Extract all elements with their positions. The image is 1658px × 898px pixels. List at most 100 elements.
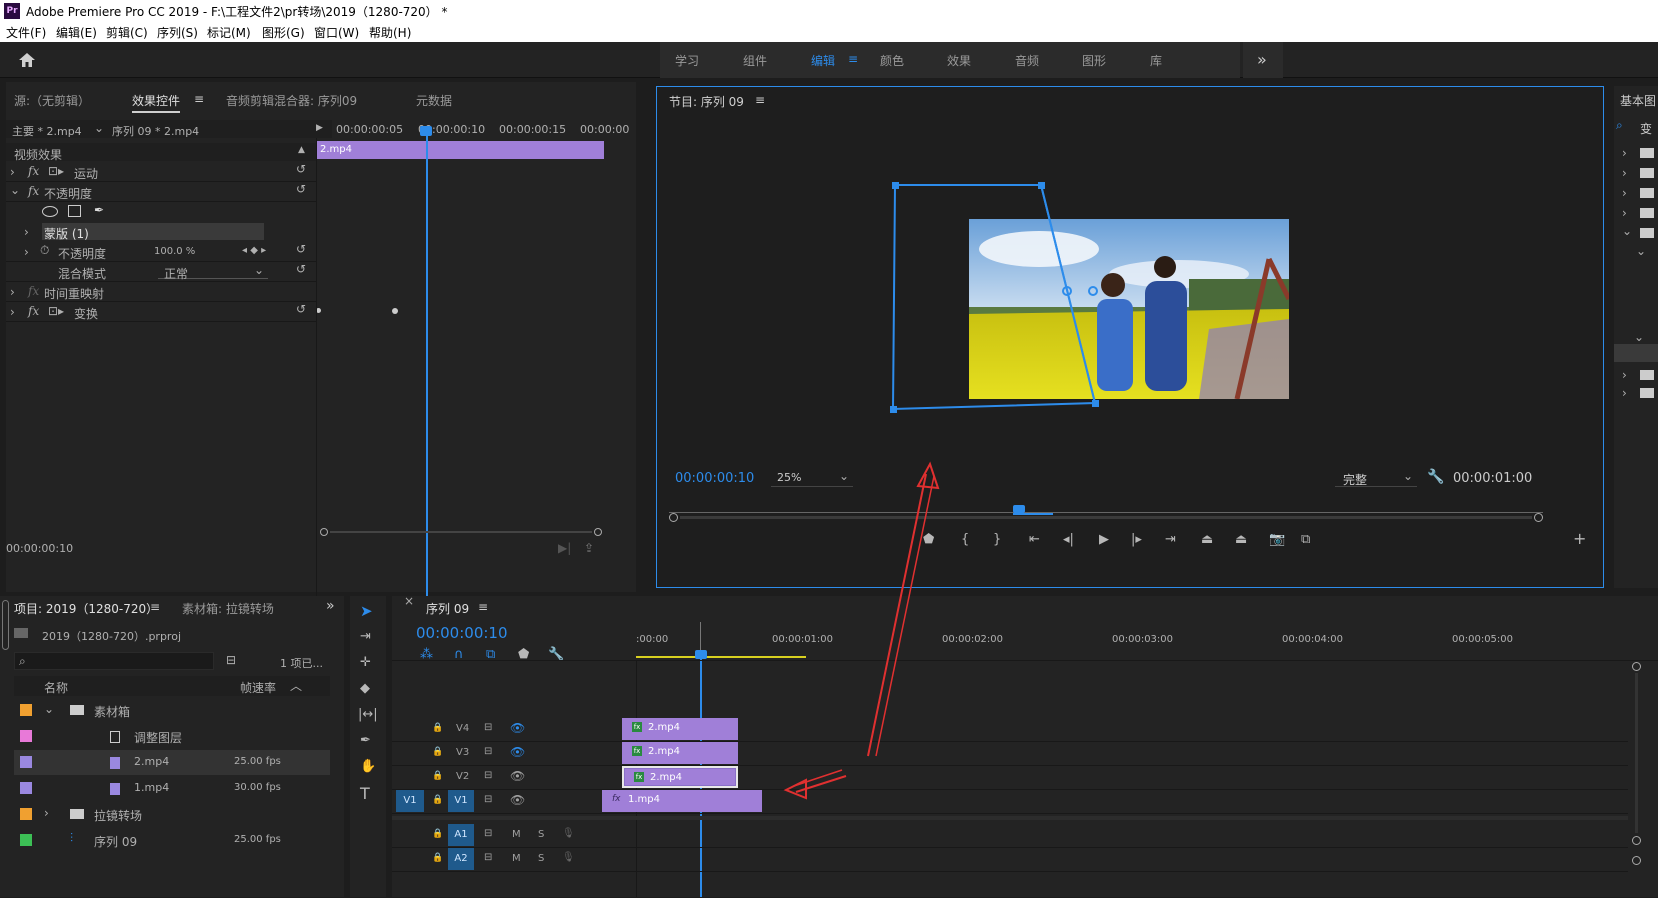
menu-file[interactable]: 文件(F) [6, 24, 46, 41]
solo-button[interactable]: S [538, 829, 544, 840]
track-name[interactable]: V2 [456, 771, 469, 782]
timeline-clip[interactable]: fx 2.mp4 [622, 766, 738, 788]
panel-menu-icon[interactable]: ≡ [478, 600, 488, 614]
project-item[interactable]: 调整图层 [14, 724, 330, 749]
timeline-timecode[interactable]: 00:00:00:10 [416, 624, 508, 642]
program-playhead[interactable] [1013, 505, 1025, 513]
mute-button[interactable]: M [512, 853, 521, 864]
filter-icon[interactable]: ▶| [558, 541, 571, 555]
track-name[interactable]: A2 [448, 848, 474, 870]
pen-tool-icon[interactable]: ✒ [360, 734, 371, 747]
ec-ruler[interactable]: 00:00:00:05 00:00:00:10 00:00:00:15 00:0… [332, 120, 636, 138]
eye-hidden-icon[interactable]: 👁 [510, 721, 525, 735]
stopwatch-icon[interactable]: ⏱ [40, 243, 49, 258]
export-icon[interactable]: ⇪ [584, 541, 594, 555]
rectangle-mask-icon[interactable] [68, 205, 81, 217]
timeline-clip[interactable]: fx 2.mp4 [622, 742, 738, 764]
tab-metadata[interactable]: 元数据 [416, 92, 452, 109]
new-bin-from-search-icon[interactable]: ⊟ [226, 653, 236, 667]
reset-icon[interactable]: ↺ [296, 302, 306, 316]
eye-hidden-icon[interactable]: 👁 [510, 745, 525, 759]
ripple-edit-tool-icon[interactable]: ✛ [360, 656, 371, 669]
chevron-right-icon[interactable]: › [10, 285, 15, 299]
motion-transform-icon[interactable]: ⊡▸ [48, 164, 64, 178]
tab-color[interactable]: 颜色 [880, 52, 904, 69]
extract-icon[interactable]: ⏏ [1235, 533, 1247, 546]
search-field-label[interactable]: 变 [1640, 120, 1652, 137]
ec-playhead-handle[interactable] [420, 126, 432, 136]
chevron-down-icon[interactable]: ⌄ [10, 183, 20, 197]
label-color-swatch[interactable] [20, 704, 32, 716]
sync-lock-icon[interactable]: ⊟ [484, 852, 492, 863]
wrench-icon[interactable]: 🔧 [1427, 469, 1444, 485]
reset-icon[interactable]: ↺ [296, 182, 306, 196]
opacity-value[interactable]: 100.0 % [154, 246, 195, 257]
ec-clip-bar[interactable]: 2.mp4 [316, 141, 604, 159]
menu-clip[interactable]: 剪辑(C) [106, 24, 148, 41]
more-workspaces[interactable]: » [1243, 42, 1283, 78]
pen-mask-icon[interactable]: ✒ [94, 203, 104, 217]
tab-effects[interactable]: 效果 [947, 52, 971, 69]
tab-bin[interactable]: 素材箱: 拉镜转场 [182, 600, 274, 617]
label-color-swatch[interactable] [20, 834, 32, 846]
tab-learn[interactable]: 学习 [675, 52, 699, 69]
slip-tool-icon[interactable]: |↔| [358, 708, 378, 721]
fx-icon[interactable]: fx [28, 184, 39, 198]
program-zoom-bar[interactable] [669, 513, 1593, 522]
label-color-swatch[interactable] [20, 730, 32, 742]
effect-row-motion[interactable]: › fx ⊡▸ 运动 ↺ [6, 162, 316, 182]
step-back-icon[interactable]: ◂| [1063, 533, 1074, 546]
track-name[interactable]: A1 [448, 824, 474, 846]
sort-ascending-icon[interactable]: ︿ [290, 677, 302, 694]
project-item[interactable]: 2.mp4 25.00 fps [14, 750, 330, 775]
step-forward-icon[interactable]: |▸ [1131, 533, 1142, 546]
close-tab-icon[interactable]: × [404, 594, 414, 608]
lock-icon[interactable]: 🔒 [432, 723, 443, 733]
lift-icon[interactable]: ⏏ [1201, 533, 1213, 546]
video-audio-divider[interactable] [392, 816, 1628, 820]
work-area-bar[interactable] [636, 656, 806, 658]
solo-button[interactable]: S [538, 853, 544, 864]
menu-help[interactable]: 帮助(H) [369, 24, 411, 41]
effect-row-opacity-param[interactable]: › ⏱ 不透明度 100.0 % ◂ ◆ ▸ ↺ [6, 242, 316, 262]
tab-audio[interactable]: 音频 [1015, 52, 1039, 69]
tab-assembly[interactable]: 组件 [743, 52, 767, 69]
project-item[interactable]: › 拉镜转场 [14, 802, 330, 827]
keyframe-dot[interactable] [392, 308, 398, 314]
tab-graphics[interactable]: 图形 [1082, 52, 1106, 69]
home-icon[interactable] [18, 52, 36, 68]
menu-marker[interactable]: 标记(M) [207, 24, 251, 41]
track-name[interactable]: V4 [456, 723, 469, 734]
timeline-ruler[interactable]: :00:00 00:00:01:00 00:00:02:00 00:00:03:… [636, 622, 1636, 660]
chevron-right-icon[interactable]: › [10, 165, 15, 179]
export-frame-icon[interactable]: 📷 [1269, 533, 1285, 546]
sync-lock-icon[interactable]: ⊟ [484, 770, 492, 781]
keyframe-nav-icon[interactable]: ◂ ◆ ▸ [242, 245, 266, 256]
ec-timecode[interactable]: 00:00:00:10 [6, 542, 73, 555]
effect-row-blend[interactable]: 混合模式 正常 ⌄ ↺ [6, 262, 316, 282]
tab-effect-controls[interactable]: 效果控件 [132, 92, 181, 113]
play-icon[interactable]: ▶ [1099, 533, 1109, 546]
tab-audio-clip-mixer[interactable]: 音频剪辑混合器: 序列09 [226, 92, 357, 109]
timeline-vertical-scroll[interactable] [1630, 662, 1642, 865]
chevron-down-icon[interactable]: ⌄ [94, 121, 104, 135]
workspace-menu-icon[interactable]: ≡ [848, 52, 858, 66]
more-panels-icon[interactable]: » [326, 598, 335, 614]
col-frame-rate[interactable]: 帧速率 [240, 679, 276, 696]
project-item[interactable]: ⌄ 素材箱 [14, 698, 330, 723]
selection-tool-icon[interactable]: ➤ [360, 604, 373, 619]
track-name[interactable]: V1 [448, 790, 474, 812]
sync-lock-icon[interactable]: ⊟ [484, 794, 492, 805]
menu-edit[interactable]: 编辑(E) [56, 24, 97, 41]
lock-icon[interactable]: 🔒 [432, 853, 443, 863]
panel-resize-handle[interactable] [2, 600, 9, 650]
sync-lock-icon[interactable]: ⊟ [484, 722, 492, 733]
panel-menu-icon[interactable]: ≡ [194, 92, 204, 106]
tab-editing[interactable]: 编辑 [811, 52, 835, 69]
label-color-swatch[interactable] [20, 756, 32, 768]
program-monitor-title[interactable]: 节目: 序列 09 [669, 93, 744, 110]
chevron-right-icon[interactable]: › [10, 305, 15, 319]
effect-row-time-remap[interactable]: › fx 时间重映射 [6, 282, 316, 302]
menu-graphics[interactable]: 图形(G) [262, 24, 305, 41]
hand-tool-icon[interactable]: ✋ [360, 760, 376, 773]
